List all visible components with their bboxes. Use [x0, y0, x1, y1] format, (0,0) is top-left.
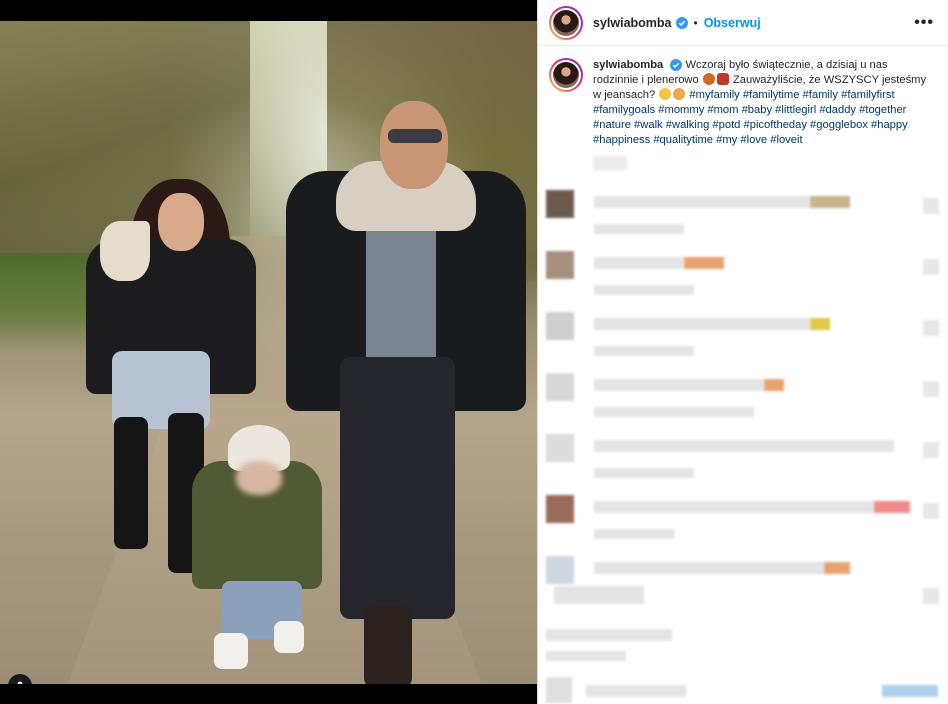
man-head: [380, 101, 448, 189]
comment-text-pixelated: [586, 685, 686, 697]
comment-meta-pixelated: [594, 285, 694, 295]
list-item: [538, 489, 948, 550]
comment-avatar-pixelated: [546, 434, 574, 462]
comment-link-pixelated: [882, 685, 938, 697]
comments-list: [538, 184, 948, 704]
heart-icon[interactable]: [923, 442, 939, 458]
woman-face: [158, 193, 204, 251]
comment-emoji-pixelated: [824, 562, 850, 574]
grass-area: [0, 253, 95, 353]
comment-emoji-pixelated: [810, 196, 850, 208]
caption-avatar[interactable]: [549, 58, 583, 92]
heart-icon[interactable]: [923, 381, 939, 397]
user-tag-icon[interactable]: [8, 674, 32, 684]
child-shoe-right: [274, 621, 304, 653]
post-media: [0, 0, 537, 704]
comment-meta-pixelated: [554, 586, 644, 604]
instagram-post-view: sylwiabomba • Obserwuj ••• sylwiabomba W…: [0, 0, 948, 704]
comment-avatar-pixelated: [546, 373, 574, 401]
list-item: [538, 306, 948, 367]
comment-avatar-pixelated: [546, 677, 572, 703]
follow-button[interactable]: Obserwuj: [704, 16, 761, 30]
comment-text-pixelated: [594, 440, 894, 452]
man-boot: [364, 606, 412, 684]
comment-meta-pixelated: [594, 468, 694, 478]
post-sidebar: sylwiabomba • Obserwuj ••• sylwiabomba W…: [537, 0, 948, 704]
child-face-blurred: [236, 461, 282, 495]
list-item: [538, 669, 948, 704]
comment-text-pixelated: [594, 257, 684, 269]
comment-avatar-pixelated: [546, 556, 574, 584]
comment-emoji-pixelated: [874, 501, 910, 513]
heart-eyes-emoji-icon: [673, 88, 686, 100]
list-item: [538, 428, 948, 489]
caption-meta-pixelated: [593, 156, 627, 170]
comment-emoji-pixelated: [684, 257, 724, 269]
comment-meta-pixelated: [594, 407, 754, 417]
smiling-emoji-icon: [659, 88, 672, 100]
heart-icon[interactable]: [923, 198, 939, 214]
separator-dot: •: [693, 15, 698, 30]
caption-username[interactable]: sylwiabomba: [593, 59, 663, 71]
comment-text-pixelated: [594, 318, 810, 330]
woman-boot-left: [114, 417, 148, 549]
woman-collar: [100, 221, 150, 281]
comment-meta-pixelated: [594, 346, 694, 356]
more-options-icon[interactable]: •••: [914, 14, 934, 32]
comment-avatar-pixelated: [546, 312, 574, 340]
comment-meta-pixelated: [594, 529, 674, 539]
man-jeans: [340, 357, 455, 619]
avatar-image: [553, 9, 579, 36]
heart-icon[interactable]: [923, 320, 939, 336]
comment-text-pixelated: [594, 501, 874, 513]
header-username[interactable]: sylwiabomba: [593, 16, 672, 30]
child-shoe-left: [214, 633, 248, 669]
post-header: sylwiabomba • Obserwuj •••: [538, 0, 948, 46]
comment-avatar-pixelated: [546, 251, 574, 279]
caption-text: sylwiabomba Wczoraj było świątecznie, a …: [593, 58, 933, 170]
comment-avatar-pixelated: [546, 190, 574, 218]
maple-leaf-emoji-icon: [716, 73, 729, 85]
comment-text-pixelated: [594, 562, 824, 574]
list-item: [538, 184, 948, 245]
caption-avatar-image: [553, 62, 579, 88]
list-item: [538, 245, 948, 306]
caption: sylwiabomba Wczoraj było świątecznie, a …: [538, 46, 948, 170]
comment-meta-pixelated: [546, 651, 626, 661]
comment-text-pixelated: [594, 379, 764, 391]
list-item: [538, 611, 948, 669]
comment-emoji-pixelated: [810, 318, 830, 330]
heart-icon[interactable]: [923, 259, 939, 275]
list-item: [538, 367, 948, 428]
heart-icon[interactable]: [923, 503, 939, 519]
comment-text-pixelated: [594, 196, 810, 208]
verified-badge-icon: [675, 16, 688, 29]
comment-avatar-pixelated: [546, 495, 574, 523]
comment-emoji-pixelated: [764, 379, 784, 391]
leaf-emoji-icon: [702, 73, 715, 85]
comment-text-pixelated: [546, 629, 672, 641]
heart-icon[interactable]: [923, 588, 939, 604]
caption-verified-badge-icon: [670, 59, 683, 72]
man-sunglasses: [388, 129, 442, 143]
avatar[interactable]: [549, 5, 583, 40]
post-photo[interactable]: [0, 21, 537, 684]
list-item: [538, 550, 948, 611]
comment-meta-pixelated: [594, 224, 684, 234]
